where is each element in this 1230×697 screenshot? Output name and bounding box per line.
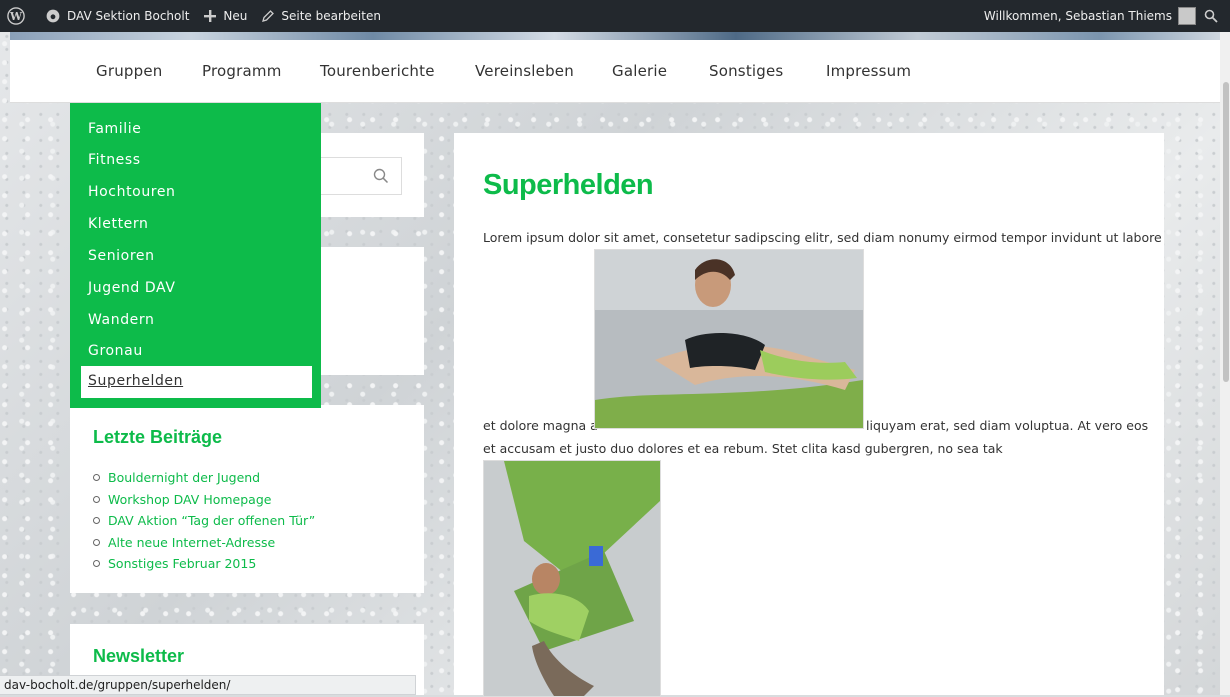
dropdown-item-hochtouren[interactable]: Hochtouren	[88, 184, 176, 200]
dropdown-item-familie[interactable]: Familie	[88, 121, 141, 137]
dropdown-item-senioren[interactable]: Senioren	[88, 248, 155, 264]
wordpress-logo-button[interactable]: W	[0, 0, 38, 32]
scrollbar[interactable]	[1220, 32, 1230, 695]
recent-post-link[interactable]: Sonstiges Februar 2015	[93, 553, 315, 575]
user-avatar[interactable]	[1178, 7, 1196, 25]
dropdown-item-gronau[interactable]: Gronau	[88, 343, 143, 359]
gruppen-dropdown-menu: Familie Fitness Hochtouren Klettern Seni…	[70, 103, 321, 408]
main-navigation: Gruppen Programm Tourenberichte Vereinsl…	[10, 40, 1220, 103]
pencil-icon	[262, 10, 275, 22]
content-text-line: Lorem ipsum dolor sit amet, consetetur s…	[483, 230, 1162, 245]
recent-posts-list: Bouldernight der Jugend Workshop DAV Hom…	[93, 467, 315, 575]
dropdown-item-superhelden[interactable]: Superhelden	[81, 366, 312, 398]
search-icon[interactable]	[1204, 9, 1218, 23]
new-label: Neu	[223, 9, 248, 23]
search-icon[interactable]	[373, 168, 389, 184]
admin-bar: W DAV Sektion Bocholt Neu Seite bearbeit…	[0, 0, 1230, 32]
page-title: Superhelden	[483, 169, 654, 201]
svg-text:W: W	[9, 10, 23, 23]
recent-posts-widget: Letzte Beiträge Bouldernight der Jugend …	[70, 405, 424, 593]
status-bar-url: dav-bocholt.de/gruppen/superhelden/	[0, 675, 416, 695]
recent-post-link[interactable]: Bouldernight der Jugend	[93, 467, 315, 489]
status-url-text: dav-bocholt.de/gruppen/superhelden/	[4, 678, 231, 692]
welcome-user-link[interactable]: Willkommen, Sebastian Thiems	[984, 9, 1172, 23]
content-text-line: liquyam erat, sed diam voluptua. At vero…	[866, 418, 1149, 433]
recent-posts-title: Letzte Beiträge	[93, 427, 223, 447]
edit-page-button[interactable]: Seite bearbeiten	[254, 0, 388, 32]
nav-item-gruppen[interactable]: Gruppen	[96, 62, 162, 80]
search-input[interactable]	[311, 157, 402, 195]
dropdown-item-fitness[interactable]: Fitness	[88, 152, 141, 168]
nav-item-impressum[interactable]: Impressum	[826, 62, 911, 80]
nav-item-programm[interactable]: Programm	[202, 62, 282, 80]
recent-post-link[interactable]: DAV Aktion “Tag der offenen Tür”	[93, 510, 315, 532]
dropdown-item-klettern[interactable]: Klettern	[88, 216, 148, 232]
nav-item-sonstiges[interactable]: Sonstiges	[709, 62, 783, 80]
nav-item-tourenberichte[interactable]: Tourenberichte	[320, 62, 435, 80]
dashboard-icon	[46, 9, 60, 23]
newsletter-title: Newsletter	[93, 646, 185, 666]
bouldering-photo-image[interactable]	[483, 460, 661, 697]
nav-item-galerie[interactable]: Galerie	[612, 62, 667, 80]
content-text-line: et accusam et justo duo dolores et ea re…	[483, 441, 1003, 456]
recent-post-link[interactable]: Alte neue Internet-Adresse	[93, 532, 315, 554]
header-image-strip	[10, 32, 1220, 40]
dropdown-item-wandern[interactable]: Wandern	[88, 312, 154, 328]
site-name-link[interactable]: DAV Sektion Bocholt	[38, 0, 196, 32]
dropdown-item-jugend-dav[interactable]: Jugend DAV	[88, 280, 176, 296]
nav-item-vereinsleben[interactable]: Vereinsleben	[475, 62, 574, 80]
recent-post-link[interactable]: Workshop DAV Homepage	[93, 489, 315, 511]
wordpress-icon: W	[7, 7, 25, 25]
dropdown-item-superhelden-label: Superhelden	[88, 373, 184, 389]
climber-photo-image[interactable]	[594, 249, 864, 429]
site-name-label: DAV Sektion Bocholt	[67, 9, 190, 23]
scrollbar-thumb[interactable]	[1223, 82, 1229, 382]
plus-icon	[204, 10, 217, 22]
new-content-button[interactable]: Neu	[196, 0, 254, 32]
edit-page-label: Seite bearbeiten	[281, 9, 381, 23]
content-text-line: et dolore magna a	[483, 418, 598, 433]
